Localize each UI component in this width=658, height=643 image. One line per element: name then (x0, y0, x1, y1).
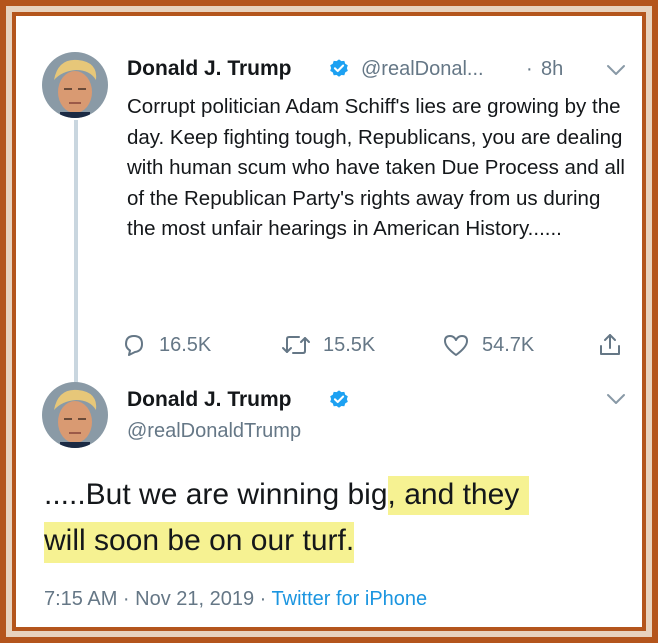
verified-badge-icon (330, 390, 348, 408)
chevron-down-icon[interactable] (606, 64, 626, 76)
author-avatar[interactable] (42, 52, 108, 118)
highlighted-text: , and they (387, 476, 530, 515)
tweet-text: Corrupt politician Adam Schiff's lies ar… (127, 95, 625, 241)
author-avatar[interactable] (42, 382, 108, 448)
thread-connector-line (74, 120, 78, 386)
reply-count: 16.5K (159, 333, 212, 356)
like-button[interactable]: 54.7K (442, 328, 534, 362)
reply-button[interactable]: 16.5K (121, 328, 211, 362)
heart-icon (444, 335, 468, 356)
tweet-timestamp[interactable]: 7:15 AM · Nov 21, 2019 · (44, 588, 266, 610)
like-count: 54.7K (482, 333, 535, 356)
author-name[interactable]: Donald J. Trump (127, 388, 292, 412)
tweet-text-plain: .....But we are winning big (44, 478, 388, 511)
tweet-time[interactable]: 8h (541, 58, 563, 81)
retweet-button[interactable]: 15.5K (281, 328, 375, 362)
tweet-metadata: 7:15 AM · Nov 21, 2019 · Twitter for iPh… (44, 588, 427, 611)
tweet-thread-card: Donald J. Trump @realDonal... · 8h Corru… (16, 16, 642, 627)
share-button[interactable] (597, 328, 623, 362)
chevron-down-icon[interactable] (606, 393, 626, 405)
retweet-count: 15.5K (323, 333, 376, 356)
share-icon (600, 334, 620, 355)
tweet-source-link[interactable]: Twitter for iPhone (272, 588, 428, 610)
highlighted-text: will soon be on our turf. (44, 522, 355, 563)
tweet-actions-bar: 16.5K 15.5K 54.7K (121, 328, 641, 362)
retweet-icon (282, 336, 310, 354)
reply-icon (125, 335, 143, 356)
tweet-text-large: .....But we are winning big, and they wil… (44, 472, 634, 564)
author-handle[interactable]: @realDonal... (361, 58, 484, 81)
author-handle[interactable]: @realDonaldTrump (127, 420, 301, 443)
verified-badge-icon (330, 59, 348, 77)
author-name[interactable]: Donald J. Trump (127, 57, 292, 81)
meta-separator: · (526, 58, 533, 80)
